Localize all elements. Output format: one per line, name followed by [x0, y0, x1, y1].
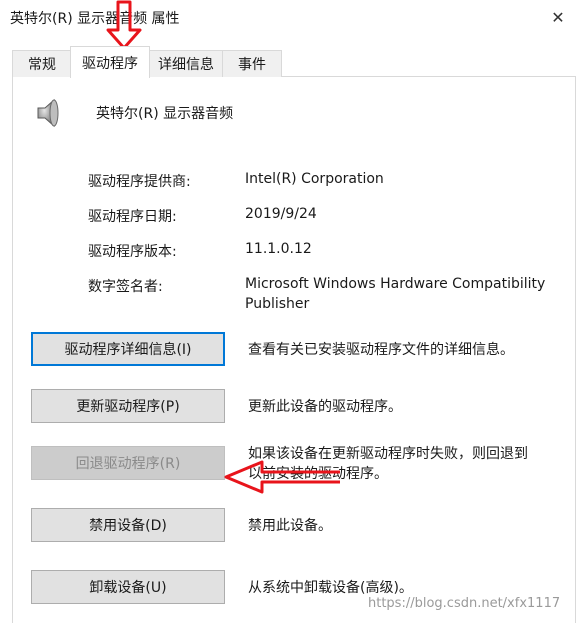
device-name: 英特尔(R) 显示器音频 [96, 106, 234, 122]
driver-details-button[interactable]: 驱动程序详细信息(I) [31, 332, 225, 366]
tab-general[interactable]: 常规 [12, 50, 72, 77]
signer-value-line2: Publisher [245, 296, 310, 312]
close-button[interactable]: ✕ [540, 2, 576, 32]
disable-device-description: 禁用此设备。 [248, 518, 332, 534]
provider-value: Intel(R) Corporation [245, 171, 384, 187]
close-icon: ✕ [551, 7, 565, 27]
update-driver-button[interactable]: 更新驱动程序(P) [31, 389, 225, 423]
version-value: 11.1.0.12 [245, 241, 312, 257]
signer-label: 数字签名者: [88, 279, 163, 295]
date-value: 2019/9/24 [245, 206, 317, 222]
speaker-icon [37, 98, 59, 128]
watermark: https://blog.csdn.net/xfx1117 [368, 596, 561, 611]
update-driver-description: 更新此设备的驱动程序。 [248, 399, 402, 415]
signer-value-line1: Microsoft Windows Hardware Compatibility [245, 276, 546, 292]
driver-details-description: 查看有关已安装驱动程序文件的详细信息。 [248, 342, 514, 358]
tab-driver[interactable]: 驱动程序 [70, 46, 150, 78]
uninstall-device-button[interactable]: 卸载设备(U) [31, 570, 225, 604]
date-label: 驱动程序日期: [88, 209, 177, 225]
roll-back-description-line2: 以前安装的驱动程序。 [248, 466, 388, 482]
version-label: 驱动程序版本: [88, 244, 177, 260]
roll-back-description-line1: 如果该设备在更新驱动程序时失败，则回退到 [248, 446, 528, 462]
provider-label: 驱动程序提供商: [88, 174, 191, 190]
tab-events[interactable]: 事件 [222, 50, 282, 77]
disable-device-button[interactable]: 禁用设备(D) [31, 508, 225, 542]
title-bar: 英特尔(R) 显示器音频 属性 ✕ [0, 0, 578, 34]
window-title: 英特尔(R) 显示器音频 属性 [10, 11, 180, 27]
uninstall-device-description: 从系统中卸载设备(高级)。 [248, 580, 413, 596]
roll-back-driver-button: 回退驱动程序(R) [31, 446, 225, 480]
tab-strip: 常规 驱动程序 详细信息 事件 [12, 46, 572, 78]
tab-details[interactable]: 详细信息 [148, 50, 224, 77]
